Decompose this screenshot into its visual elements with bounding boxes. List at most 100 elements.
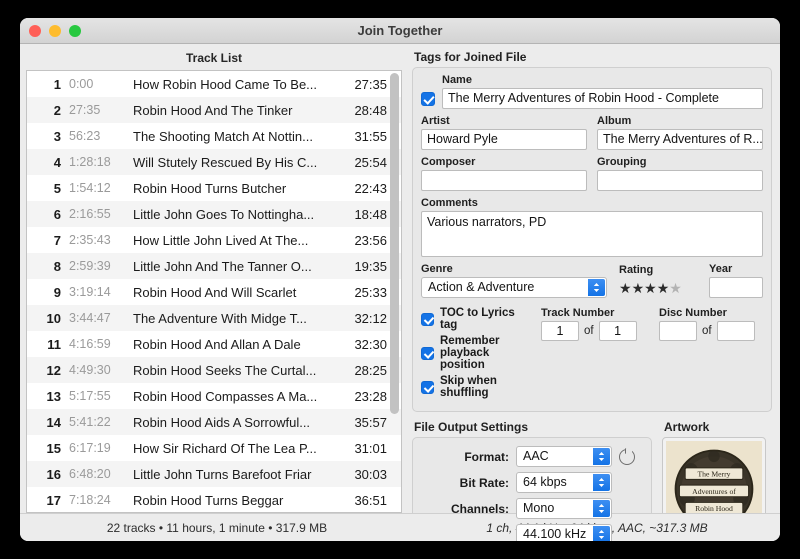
toc-to-lyrics-label: TOC to Lyrics tag (440, 307, 515, 331)
disc-number-input[interactable] (659, 321, 697, 341)
track-number-cell: 12 (46, 362, 61, 378)
track-duration-cell: 19:35 (354, 258, 387, 274)
channels-value: Mono (523, 501, 555, 515)
rating-field: Rating ★★★★★ (619, 264, 697, 298)
composer-grouping-row: Composer Grouping (421, 156, 763, 191)
table-row[interactable]: 11 4:16:59 Robin Hood And Allan A Dale 32:3… (27, 331, 401, 357)
table-row[interactable]: 15 6:17:19 How Sir Richard Of The Lea P...… (27, 435, 401, 461)
comments-label: Comments (421, 197, 478, 209)
track-start-cell: 0:00 (69, 77, 94, 91)
track-number-cell: 5 (53, 180, 61, 196)
composer-input[interactable] (421, 170, 587, 191)
track-start-cell: 56:23 (69, 129, 101, 143)
table-row[interactable]: 6 2:16:55 Little John Goes To Nottingha...… (27, 201, 401, 227)
table-row[interactable]: 3 56:23 The Shooting Match At Nottin... 31:… (27, 123, 401, 149)
refresh-icon[interactable] (619, 448, 635, 465)
track-number-inputs: 1 of 1 (541, 321, 645, 341)
window-title: Join Together (357, 23, 443, 38)
track-number-cell: 7 (53, 232, 61, 248)
track-start-cell: 1:28:18 (69, 155, 111, 169)
toc-to-lyrics-checkbox-row[interactable]: TOC to Lyrics tag (421, 307, 527, 331)
remember-position-checkbox[interactable] (421, 346, 434, 360)
artist-album-row: Artist Howard Pyle Album The Merry Adven… (421, 115, 763, 150)
track-list-rows: 1 0:00 How Robin Hood Came To Be... 27:35 2 2… (27, 71, 401, 512)
rating-star[interactable]: ★ (657, 280, 670, 296)
album-input[interactable]: The Merry Adventures of R... (597, 129, 763, 150)
track-title-cell: Robin Hood Turns Butcher (133, 180, 287, 196)
rating-star[interactable]: ★ (644, 280, 657, 296)
track-title-cell: Robin Hood Compasses A Ma... (133, 388, 318, 404)
table-row[interactable]: 12 4:49:30 Robin Hood Seeks The Curtal... 2… (27, 357, 401, 383)
skip-shuffling-checkbox-row[interactable]: Skip when shuffling (421, 375, 527, 399)
track-start-cell: 6:17:19 (69, 441, 111, 455)
track-number-cell: 13 (46, 388, 61, 404)
table-row[interactable]: 10 3:44:47 The Adventure With Midge T... 32… (27, 305, 401, 331)
track-duration-cell: 35:57 (354, 414, 387, 430)
track-title-cell: Robin Hood And Will Scarlet (133, 284, 297, 300)
name-checkbox[interactable] (421, 91, 435, 106)
track-total-input[interactable]: 1 (598, 321, 637, 341)
track-number-field: Track Number 1 of 1 (541, 307, 645, 403)
table-row[interactable]: 14 5:41:22 Robin Hood Aids A Sorrowful... 3… (27, 409, 401, 435)
track-title-cell: The Shooting Match At Nottin... (133, 128, 313, 144)
artwork-label: Artwork (664, 420, 710, 434)
table-row[interactable]: 16 6:48:20 Little John Turns Barefoot Fria… (27, 461, 401, 487)
comments-input[interactable]: Various narrators, PD (421, 211, 763, 257)
table-row[interactable]: 7 2:35:43 How Little John Lived At The... 2… (27, 227, 401, 253)
remember-position-label: Remember playback position (440, 335, 500, 371)
table-row[interactable]: 5 1:54:12 Robin Hood Turns Butcher 22:43 (27, 175, 401, 201)
track-start-cell: 2:16:55 (69, 207, 111, 221)
name-input[interactable]: The Merry Adventures of Robin Hood - Com… (442, 88, 763, 109)
options-row: TOC to Lyrics tag Remember playback posi… (421, 307, 763, 403)
rating-star[interactable]: ★ (669, 280, 682, 296)
track-duration-cell: 23:56 (354, 232, 387, 248)
track-number-cell: 6 (53, 206, 61, 222)
format-select[interactable]: AAC (516, 446, 612, 467)
track-list-scrollbar[interactable] (390, 73, 399, 510)
skip-shuffling-checkbox[interactable] (421, 380, 434, 394)
track-duration-cell: 27:35 (354, 76, 387, 92)
rating-stars[interactable]: ★★★★★ (619, 278, 697, 298)
year-input[interactable] (709, 277, 763, 298)
track-start-cell: 4:16:59 (69, 337, 111, 351)
table-row[interactable]: 2 27:35 Robin Hood And The Tinker 28:48 (27, 97, 401, 123)
track-title-cell: The Adventure With Midge T... (133, 310, 307, 326)
toc-to-lyrics-checkbox[interactable] (421, 312, 434, 326)
rating-star[interactable]: ★ (632, 280, 645, 296)
table-row[interactable]: 13 5:17:55 Robin Hood Compasses A Ma... 23:… (27, 383, 401, 409)
track-duration-cell: 25:54 (354, 154, 387, 170)
table-row[interactable]: 17 7:18:24 Robin Hood Turns Beggar 36:51 (27, 487, 401, 512)
genre-label: Genre (421, 263, 453, 275)
grouping-input[interactable] (597, 170, 763, 191)
disc-total-input[interactable] (716, 321, 755, 341)
scrollbar-thumb[interactable] (390, 73, 399, 414)
year-field: Year (709, 263, 763, 298)
artist-input[interactable]: Howard Pyle (421, 129, 587, 150)
disc-number-of-label: of (702, 325, 712, 337)
track-start-cell: 5:17:55 (69, 389, 111, 403)
genre-select[interactable]: Action & Adventure (421, 277, 607, 298)
chevron-updown-icon (593, 526, 610, 541)
track-duration-cell: 28:48 (354, 102, 387, 118)
track-start-cell: 3:19:14 (69, 285, 111, 299)
track-start-cell: 2:59:39 (69, 259, 111, 273)
table-row[interactable]: 1 0:00 How Robin Hood Came To Be... 27:35 (27, 71, 401, 97)
format-value: AAC (523, 449, 549, 463)
samplerate-select[interactable]: 44.100 kHz (516, 524, 612, 541)
channels-select[interactable]: Mono (516, 498, 612, 519)
table-row[interactable]: 4 1:28:18 Will Stutely Rescued By His C...… (27, 149, 401, 175)
format-row: Format: AAC (421, 446, 643, 467)
rating-star[interactable]: ★ (619, 280, 632, 296)
disc-number-inputs: of (659, 321, 763, 341)
bitrate-select[interactable]: 64 kbps (516, 472, 612, 493)
settings-pane: Tags for Joined File Name The Merry Adve… (408, 44, 780, 541)
table-row[interactable]: 8 2:59:39 Little John And The Tanner O... 1… (27, 253, 401, 279)
track-duration-cell: 25:33 (354, 284, 387, 300)
track-number-input[interactable]: 1 (541, 321, 579, 341)
track-title-cell: Will Stutely Rescued By His C... (133, 154, 318, 170)
track-number-cell: 8 (53, 258, 61, 274)
table-row[interactable]: 9 3:19:14 Robin Hood And Will Scarlet 25:33 (27, 279, 401, 305)
remember-position-checkbox-row[interactable]: Remember playback position (421, 335, 527, 371)
app-window: Join Together Track List 1 0:00 How Robin … (20, 18, 780, 541)
track-number-cell: 11 (47, 336, 61, 352)
